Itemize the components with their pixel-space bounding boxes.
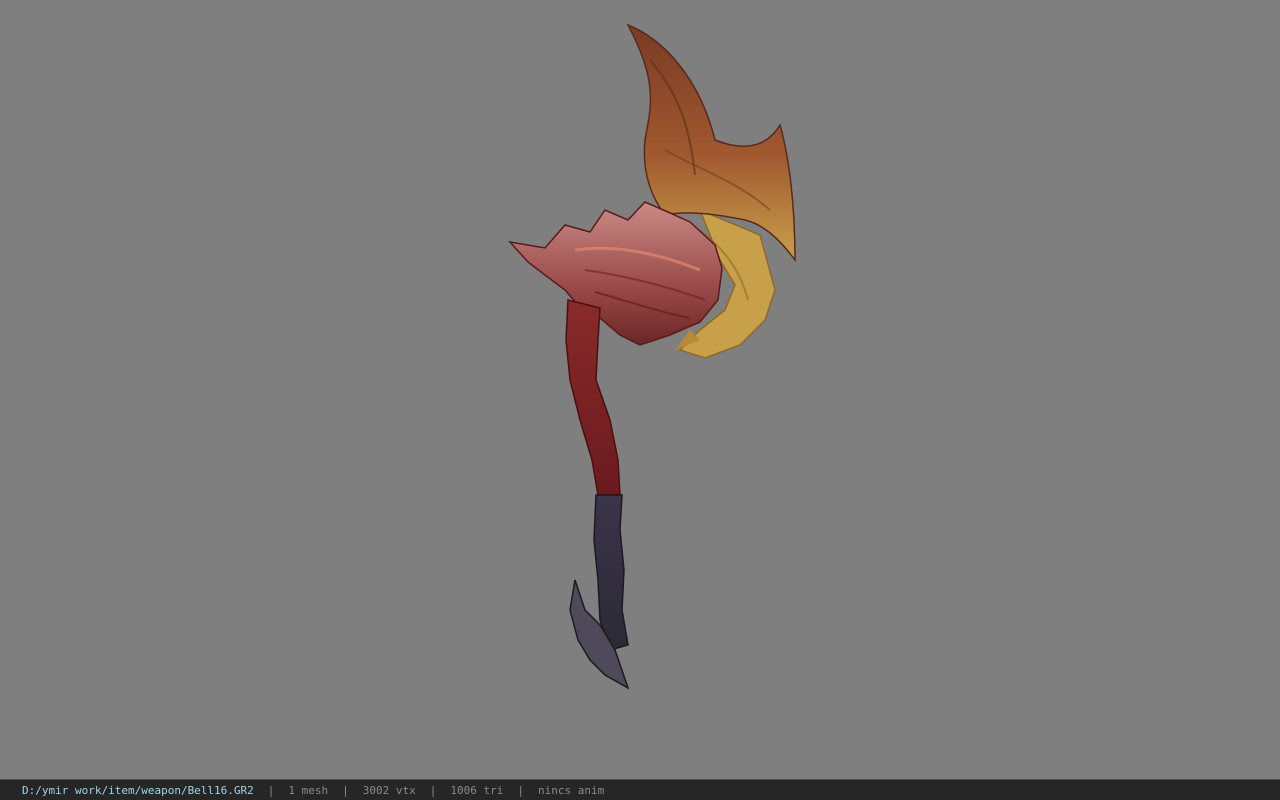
handle-red <box>565 299 621 496</box>
weapon-model[interactable] <box>0 0 1280 779</box>
file-path: D:/ymir work/item/weapon/Bell16.GR2 <box>22 783 254 797</box>
vertex-count: 3002 vtx <box>362 783 416 797</box>
bell-head <box>507 201 723 346</box>
separator: | <box>267 783 275 797</box>
mesh-count: 1 mesh <box>288 783 329 797</box>
separator: | <box>429 783 437 797</box>
separator: | <box>517 783 525 797</box>
anim-status: nincs anim <box>538 783 605 797</box>
3d-viewport[interactable] <box>0 0 1280 779</box>
separator: | <box>342 783 349 797</box>
triangle-count: 1006 tri <box>450 783 504 797</box>
status-bar: D:/ymir work/item/weapon/Bell16.GR2 | 1 … <box>0 779 1280 800</box>
